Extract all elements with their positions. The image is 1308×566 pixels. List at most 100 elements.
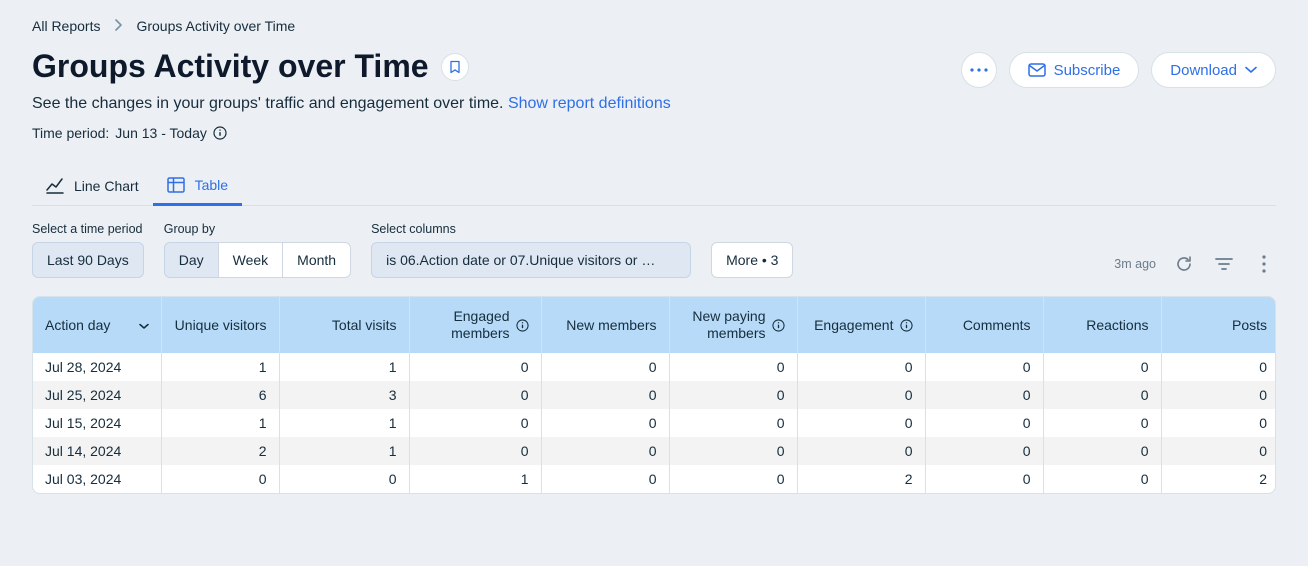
cell-posts: 0 [1161,353,1276,381]
breadcrumb-root-link[interactable]: All Reports [32,18,100,34]
download-button[interactable]: Download [1151,52,1276,88]
col-label: New members [566,317,656,333]
cell-reactions: 0 [1043,437,1161,465]
view-tabs: Line Chart Table [32,167,1276,206]
cell-comments: 0 [925,465,1043,493]
col-label: New paying members [682,308,766,343]
cell-action_day: Jul 14, 2024 [33,437,161,465]
filter-button[interactable] [1212,252,1236,276]
cell-engagement: 0 [797,353,925,381]
cell-action_day: Jul 03, 2024 [33,465,161,493]
cell-unique_visitors: 0 [161,465,279,493]
show-definitions-link[interactable]: Show report definitions [508,95,671,112]
time-period-label: Time period: [32,125,109,141]
cell-reactions: 0 [1043,381,1161,409]
col-action-day[interactable]: Action day [33,297,161,353]
col-unique-visitors[interactable]: Unique visitors [161,297,279,353]
cell-posts: 0 [1161,409,1276,437]
cell-engaged_members: 1 [409,465,541,493]
cell-reactions: 0 [1043,409,1161,437]
table-row: Jul 15, 2024110000000 [33,409,1276,437]
data-table: Action day Unique visitors Total visits … [32,296,1276,494]
group-by-day[interactable]: Day [164,242,218,278]
col-label: Total visits [332,317,397,333]
cell-engagement: 2 [797,465,925,493]
mail-icon [1028,63,1046,77]
col-new-paying-members[interactable]: New paying members [669,297,797,353]
tab-table-label: Table [195,177,228,193]
cell-reactions: 0 [1043,353,1161,381]
cell-posts: 0 [1161,437,1276,465]
chevron-right-icon [114,18,122,34]
tab-line-chart-label: Line Chart [74,178,139,194]
select-columns-label: Select columns [371,222,691,236]
group-by-week[interactable]: Week [218,242,283,278]
tab-table[interactable]: Table [153,167,242,206]
chevron-down-icon [139,317,149,333]
col-new-members[interactable]: New members [541,297,669,353]
page-title: Groups Activity over Time [32,48,429,85]
tab-line-chart[interactable]: Line Chart [32,168,153,204]
group-by-month[interactable]: Month [282,242,351,278]
page-subtitle: See the changes in your groups' traffic … [32,95,671,113]
info-icon[interactable] [772,319,785,332]
breadcrumb-current: Groups Activity over Time [136,18,295,34]
select-columns-chip[interactable]: is 06.Action date or 07.Unique visitors … [371,242,691,278]
bookmark-button[interactable] [441,53,469,81]
cell-comments: 0 [925,409,1043,437]
refresh-button[interactable] [1172,252,1196,276]
cell-total_visits: 1 [279,353,409,381]
cell-new_members: 0 [541,353,669,381]
group-by-label: Group by [164,222,351,236]
cell-unique_visitors: 1 [161,409,279,437]
col-total-visits[interactable]: Total visits [279,297,409,353]
cell-new_members: 0 [541,409,669,437]
cell-engaged_members: 0 [409,381,541,409]
col-reactions[interactable]: Reactions [1043,297,1161,353]
cell-new_members: 0 [541,465,669,493]
data-age-label: 3m ago [1114,257,1156,271]
breadcrumb: All Reports Groups Activity over Time [32,18,1276,34]
more-actions-button[interactable] [961,52,997,88]
time-period-select[interactable]: Last 90 Days [32,242,144,278]
col-engagement[interactable]: Engagement [797,297,925,353]
cell-total_visits: 0 [279,465,409,493]
col-label: Engagement [814,317,893,333]
cell-engaged_members: 0 [409,353,541,381]
cell-new_paying_members: 0 [669,381,797,409]
cell-engagement: 0 [797,381,925,409]
kebab-menu-button[interactable] [1252,252,1276,276]
col-label: Engaged members [422,308,510,343]
col-label: Comments [963,317,1031,333]
table-row: Jul 28, 2024110000000 [33,353,1276,381]
table-icon [167,177,185,193]
col-label: Posts [1232,317,1267,333]
cell-new_members: 0 [541,381,669,409]
col-posts[interactable]: Posts [1161,297,1276,353]
cell-new_paying_members: 0 [669,353,797,381]
time-period-value: Jun 13 - Today [115,125,207,141]
bookmark-icon [449,60,461,74]
col-comments[interactable]: Comments [925,297,1043,353]
more-horizontal-icon [970,68,988,72]
cell-action_day: Jul 28, 2024 [33,353,161,381]
info-icon[interactable] [213,126,227,140]
cell-action_day: Jul 15, 2024 [33,409,161,437]
subscribe-button[interactable]: Subscribe [1009,52,1140,88]
cell-engagement: 0 [797,437,925,465]
info-icon[interactable] [516,319,529,332]
cell-action_day: Jul 25, 2024 [33,381,161,409]
filter-icon [1215,257,1233,271]
cell-comments: 0 [925,381,1043,409]
time-period-control-label: Select a time period [32,222,144,236]
col-engaged-members[interactable]: Engaged members [409,297,541,353]
line-chart-icon [46,178,64,194]
subtitle-text: See the changes in your groups' traffic … [32,95,504,112]
cell-total_visits: 3 [279,381,409,409]
table-row: Jul 03, 2024001002002 [33,465,1276,493]
subscribe-label: Subscribe [1054,62,1121,79]
cell-total_visits: 1 [279,437,409,465]
cell-unique_visitors: 6 [161,381,279,409]
info-icon[interactable] [900,319,913,332]
more-filters-button[interactable]: More • 3 [711,242,793,278]
